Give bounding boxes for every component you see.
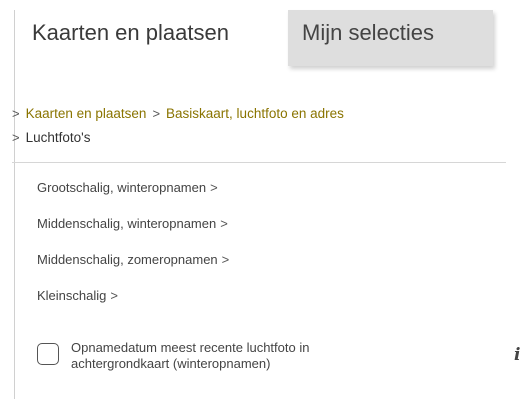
list-item-middenschalig-winter[interactable]: Middenschalig, winteropnamen > — [37, 212, 229, 248]
breadcrumb-current: Luchtfoto's — [25, 130, 91, 145]
breadcrumb-separator: > — [12, 130, 20, 145]
tab-kaarten-en-plaatsen[interactable]: Kaarten en plaatsen — [15, 10, 288, 66]
list-item-middenschalig-zomer[interactable]: Middenschalig, zomeropnamen > — [37, 248, 229, 284]
checkbox-label-line-2: achtergrondkaart (winteropnamen) — [71, 356, 271, 371]
breadcrumb-link-kaarten-en-plaatsen[interactable]: Kaarten en plaatsen — [26, 102, 147, 126]
divider — [12, 162, 506, 163]
opnamedatum-option: Opnamedatum meest recente luchtfoto in a… — [37, 340, 401, 372]
list-item-grootschalig-winter[interactable]: Grootschalig, winteropnamen > — [37, 176, 229, 212]
tab-bar: Kaarten en plaatsen Mijn selecties — [15, 10, 520, 66]
breadcrumb-separator: > — [152, 106, 161, 121]
chevron-right-icon: > — [221, 252, 230, 267]
checkbox-label-line-1: Opnamedatum meest recente luchtfoto in — [71, 340, 310, 355]
breadcrumb-separator: > — [12, 106, 20, 121]
info-icon[interactable]: i — [514, 345, 520, 365]
layer-list: Grootschalig, winteropnamen > Middenschal… — [37, 176, 229, 320]
tab-mijn-selecties[interactable]: Mijn selecties — [288, 10, 493, 66]
chevron-right-icon: > — [220, 216, 228, 231]
chevron-right-icon: > — [110, 288, 118, 303]
chevron-right-icon: > — [210, 180, 218, 195]
list-item-kleinschalig[interactable]: Kleinschalig > — [37, 284, 229, 320]
list-item-label: Middenschalig, zomeropnamen — [37, 252, 218, 267]
list-item-label: Kleinschalig — [37, 288, 107, 303]
breadcrumb-link-basiskaart[interactable]: Basiskaart, luchtfoto en adres — [166, 102, 344, 126]
list-item-label: Middenschalig, winteropnamen — [37, 216, 217, 231]
checkbox-label: Opnamedatum meest recente luchtfoto in a… — [71, 340, 401, 372]
opnamedatum-checkbox[interactable] — [37, 343, 59, 365]
breadcrumb: > Kaarten en plaatsen > Basiskaart, luch… — [12, 102, 344, 150]
list-item-label: Grootschalig, winteropnamen — [37, 180, 207, 195]
